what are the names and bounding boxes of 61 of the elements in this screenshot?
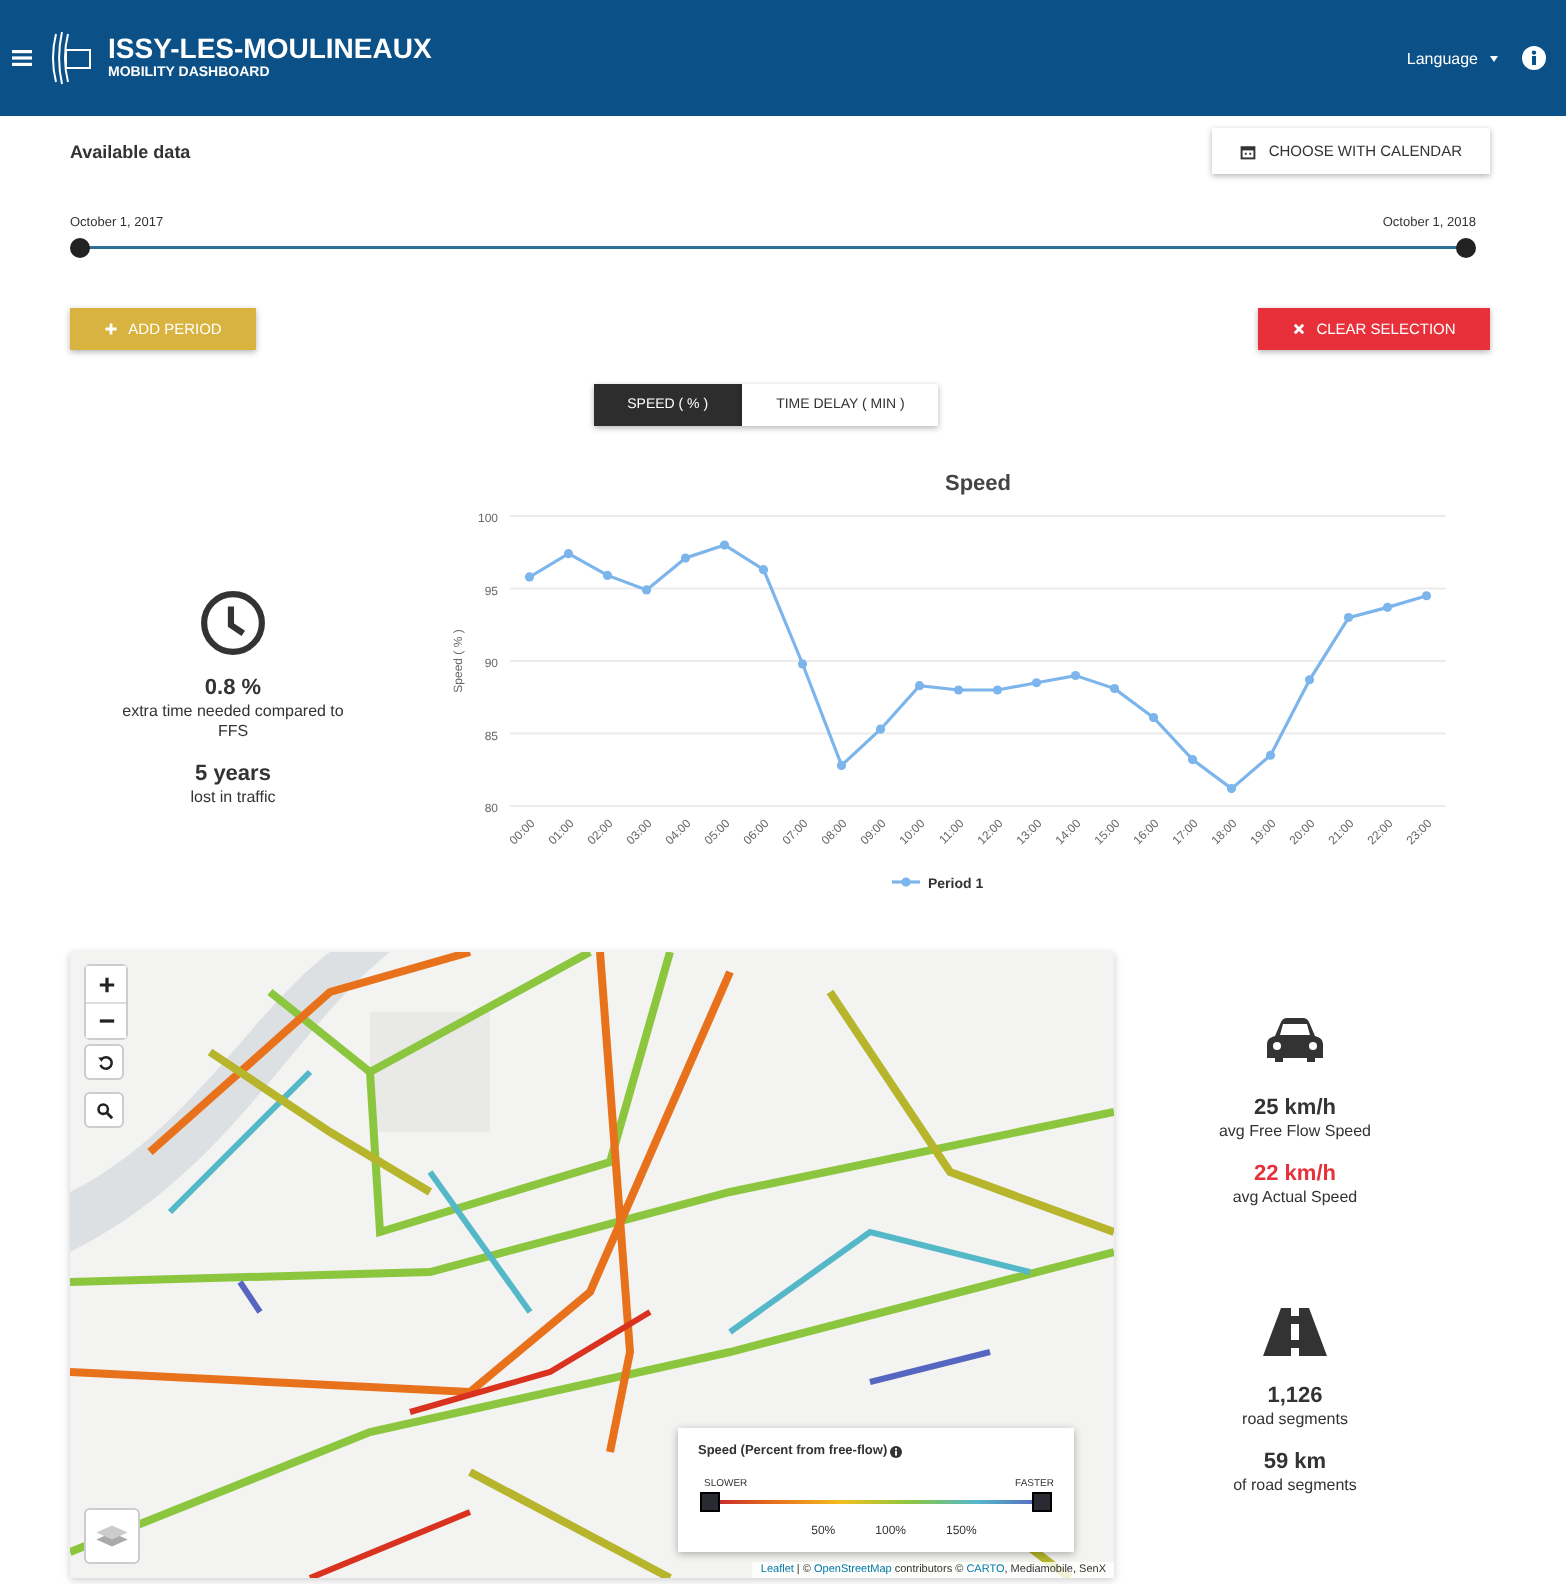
data-point (1109, 683, 1120, 694)
stat-caption: extra time needed compared to FFS (121, 701, 345, 741)
stat-value: 25 km/h (1252, 1096, 1338, 1122)
data-point (797, 659, 808, 669)
data-point (953, 685, 964, 695)
close-icon (1292, 322, 1307, 336)
stat-value: 22 km/h (1252, 1162, 1338, 1188)
road-icon (1262, 1308, 1328, 1356)
zoom-out-icon[interactable] (86, 1002, 126, 1038)
stat-value: 0.8 % (202, 675, 264, 701)
plus-icon (104, 322, 119, 336)
data-point (1031, 678, 1042, 688)
stat-caption: avg Free Flow Speed (1218, 1122, 1372, 1142)
stat-value: 1,126 (1265, 1384, 1325, 1410)
slider-handle[interactable] (1456, 238, 1476, 258)
date-range-slider[interactable] (70, 238, 1476, 258)
data-point (992, 685, 1003, 695)
chart-title: Speed (945, 472, 1011, 496)
stat-caption: avg Actual Speed (1232, 1188, 1358, 1208)
data-point (1148, 712, 1159, 723)
info-icon[interactable] (1522, 46, 1546, 70)
data-point (758, 565, 769, 575)
language-menu[interactable]: Language (1406, 49, 1498, 67)
data-point (602, 570, 613, 581)
stat-value: 59 km (1261, 1450, 1329, 1476)
data-point (1265, 750, 1276, 760)
stat-caption: of road segments (1233, 1476, 1357, 1496)
menu-icon[interactable] (12, 50, 32, 66)
data-point (524, 572, 535, 582)
caret-icon (1490, 55, 1498, 61)
info-icon[interactable] (889, 1445, 902, 1457)
speed-filter-slider[interactable] (700, 1492, 1052, 1512)
car-icon (1262, 1016, 1328, 1064)
data-point (1226, 784, 1237, 794)
slider-handle[interactable] (1032, 1492, 1052, 1512)
data-point (836, 760, 847, 770)
calendar-icon (1240, 143, 1257, 159)
app-title: ISSY-LES-MOULINEAUX (108, 34, 432, 64)
data-point (1070, 670, 1081, 681)
stat-value: 5 years (193, 761, 273, 787)
data-point (1304, 675, 1315, 685)
data-point (1187, 755, 1198, 765)
data-point (563, 549, 574, 559)
data-point (875, 724, 886, 734)
stat-caption: road segments (1242, 1410, 1348, 1430)
data-point (641, 585, 652, 595)
data-point (914, 681, 925, 691)
stat-caption: lost in traffic (190, 787, 276, 807)
slider-handle[interactable] (700, 1492, 720, 1512)
reset-view-icon[interactable] (84, 1044, 124, 1080)
slider-handle[interactable] (70, 238, 90, 258)
data-point (1382, 602, 1393, 612)
data-point (680, 553, 691, 563)
data-point (1421, 591, 1432, 601)
search-icon[interactable] (84, 1092, 124, 1128)
legend-marker-icon (892, 877, 920, 887)
data-point (1343, 612, 1354, 623)
section-label: Available data (70, 141, 191, 161)
logo-icon (48, 30, 92, 86)
data-point (719, 540, 730, 550)
clock-icon (200, 589, 266, 655)
